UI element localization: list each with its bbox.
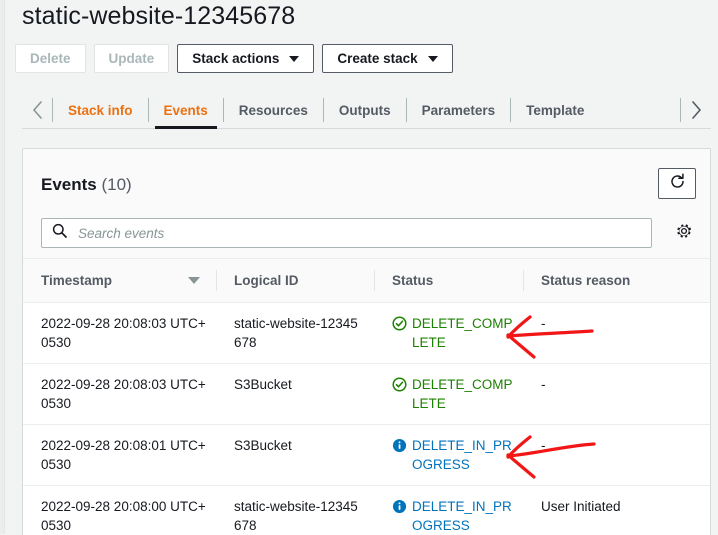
cell-logical-id: static-website-12345678 — [216, 303, 374, 364]
cell-timestamp: 2022-09-28 20:08:03 UTC+0530 — [23, 364, 216, 425]
cell-status: DELETE_IN_PROGRESS — [374, 486, 523, 535]
tab-template[interactable]: Template — [511, 92, 599, 128]
cell-timestamp: 2022-09-28 20:08:03 UTC+0530 — [23, 303, 216, 364]
refresh-button[interactable] — [658, 168, 696, 199]
column-header-logical-id-label: Logical ID — [234, 273, 299, 288]
delete-button: Delete — [15, 44, 86, 73]
search-icon — [52, 223, 67, 243]
chevron-right-icon[interactable] — [681, 92, 711, 128]
cloudformation-stack-detail-page: static-website-12345678 Delete Update Stac… — [0, 0, 718, 534]
events-table: Timestamp Logical ID Status — [23, 259, 710, 535]
cell-status: DELETE_COMPLETE — [374, 303, 523, 364]
search-events-box[interactable] — [41, 218, 652, 248]
cell-status-reason: - — [523, 303, 710, 364]
cell-status: DELETE_COMPLETE — [374, 364, 523, 425]
table-row[interactable]: 2022-09-28 20:08:00 UTC+0530static-websi… — [23, 486, 710, 535]
info-circle-icon — [392, 438, 407, 453]
sort-descending-caret-icon[interactable] — [188, 277, 200, 284]
tab-label: Resources — [239, 103, 308, 118]
update-button: Update — [94, 44, 170, 73]
gear-icon — [675, 222, 693, 245]
chevron-down-icon — [289, 56, 299, 62]
search-input[interactable] — [76, 225, 641, 242]
tab-label: Stack info — [68, 103, 133, 118]
column-header-timestamp[interactable]: Timestamp — [23, 259, 216, 303]
cell-status-reason: User Initiated — [523, 486, 710, 535]
status-badge: DELETE_IN_PROGRESS — [412, 436, 513, 474]
chevron-left-icon[interactable] — [22, 92, 52, 128]
cell-status-reason: - — [523, 425, 710, 486]
events-panel: Events (10) — [22, 148, 711, 535]
chevron-down-icon — [428, 56, 438, 62]
stack-action-buttons: Delete Update Stack actions Create stack — [15, 44, 453, 73]
table-header-row: Timestamp Logical ID Status — [23, 259, 710, 303]
column-header-status-label: Status — [392, 273, 433, 288]
check-circle-icon — [392, 377, 407, 392]
cell-logical-id: S3Bucket — [216, 425, 374, 486]
cell-logical-id: static-website-12345678 — [216, 486, 374, 535]
tab-spacer — [599, 92, 680, 128]
tab-label: Outputs — [339, 103, 391, 118]
info-circle-icon — [392, 499, 407, 514]
cell-timestamp: 2022-09-28 20:08:00 UTC+0530 — [23, 486, 216, 535]
tab-stack-info[interactable]: Stack info — [53, 92, 148, 128]
column-header-timestamp-label: Timestamp — [41, 273, 112, 288]
events-heading-label: Events — [41, 175, 97, 194]
cell-status: DELETE_IN_PROGRESS — [374, 425, 523, 486]
check-circle-icon — [392, 316, 407, 331]
tab-label: Events — [164, 103, 208, 118]
status-badge: DELETE_IN_PROGRESS — [412, 497, 513, 535]
tab-label: Template — [526, 103, 584, 118]
table-preferences-button[interactable] — [673, 222, 695, 244]
table-row[interactable]: 2022-09-28 20:08:01 UTC+0530S3Bucket DELE… — [23, 425, 710, 486]
tab-parameters[interactable]: Parameters — [407, 92, 511, 128]
cell-logical-id: S3Bucket — [216, 364, 374, 425]
events-panel-header: Events (10) — [23, 149, 710, 259]
tab-bar: Stack info Events Resources Outputs Paramete… — [22, 92, 711, 129]
cell-status-reason: - — [523, 364, 710, 425]
update-button-label: Update — [109, 51, 155, 66]
tab-label: Parameters — [422, 103, 496, 118]
events-count: (10) — [101, 175, 131, 194]
table-row[interactable]: 2022-09-28 20:08:03 UTC+0530S3Bucket DELE… — [23, 364, 710, 425]
column-header-logical-id[interactable]: Logical ID — [216, 259, 374, 303]
create-stack-button-label: Create stack — [337, 51, 417, 66]
create-stack-button[interactable]: Create stack — [322, 44, 452, 73]
tab-resources[interactable]: Resources — [224, 92, 323, 128]
table-row[interactable]: 2022-09-28 20:08:03 UTC+0530static-websi… — [23, 303, 710, 364]
cell-timestamp: 2022-09-28 20:08:01 UTC+0530 — [23, 425, 216, 486]
stack-actions-button[interactable]: Stack actions — [177, 44, 314, 73]
status-badge: DELETE_COMPLETE — [412, 314, 513, 352]
left-gutter — [0, 0, 5, 534]
delete-button-label: Delete — [30, 51, 71, 66]
stack-actions-button-label: Stack actions — [192, 51, 279, 66]
tab-outputs[interactable]: Outputs — [324, 92, 406, 128]
column-header-status[interactable]: Status — [374, 259, 523, 303]
page-title: static-website-12345678 — [22, 2, 295, 31]
refresh-icon — [669, 173, 686, 195]
tab-events[interactable]: Events — [149, 92, 223, 128]
status-badge: DELETE_COMPLETE — [412, 375, 513, 413]
events-table-body: 2022-09-28 20:08:03 UTC+0530static-websi… — [23, 303, 710, 535]
column-header-status-reason-label: Status reason — [541, 273, 630, 288]
events-heading: Events (10) — [41, 175, 132, 195]
events-table-head: Timestamp Logical ID Status — [23, 259, 710, 303]
column-header-status-reason[interactable]: Status reason — [523, 259, 710, 303]
